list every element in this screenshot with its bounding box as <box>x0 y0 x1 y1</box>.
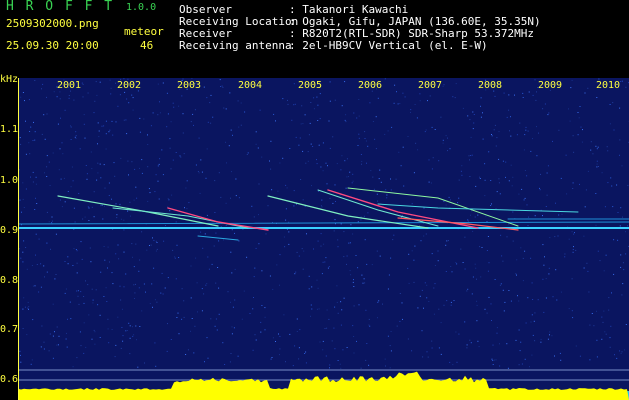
x-tick-label: 2007 <box>418 80 443 91</box>
x-tick-label: 2004 <box>238 80 263 91</box>
x-tick-label: 2003 <box>177 80 202 91</box>
meteor-count: 46 <box>140 39 154 52</box>
spectrogram-background <box>18 78 629 400</box>
y-tick-label: 1.1 <box>0 124 19 135</box>
y-tick-label: 0.9 <box>0 225 19 236</box>
capture-datetime: 25.09.30 20:00 <box>6 39 99 52</box>
x-tick-label: 2006 <box>358 80 383 91</box>
x-tick-label: 2005 <box>298 80 323 91</box>
y-tick-label: 0.7 <box>0 324 19 335</box>
x-tick-label: 2002 <box>117 80 142 91</box>
image-filename: 2509302000.png <box>6 17 99 30</box>
x-tick-label: 2010 <box>596 80 621 91</box>
hrofft-window: H R O F F T 1.0.0 2509302000.png 25.09.3… <box>0 0 629 400</box>
x-tick-label: 2001 <box>57 80 82 91</box>
antenna-value: : 2el-HB9CV Vertical (el. E-W) <box>289 39 488 52</box>
x-tick-label: 2008 <box>478 80 503 91</box>
antenna-label: Receiving antenna <box>179 39 292 52</box>
app-version: 1.0.0 <box>126 2 157 13</box>
meteor-label: meteor <box>124 25 164 38</box>
x-tick-label: 2009 <box>538 80 563 91</box>
app-brand: H R O F F T <box>6 0 115 14</box>
y-tick-label: 0.8 <box>0 275 19 286</box>
y-tick-label: 0.6 <box>0 374 19 385</box>
spectrogram <box>18 78 629 400</box>
y-axis-unit: kHz <box>0 74 19 85</box>
y-tick-label: 1.0 <box>0 175 19 186</box>
